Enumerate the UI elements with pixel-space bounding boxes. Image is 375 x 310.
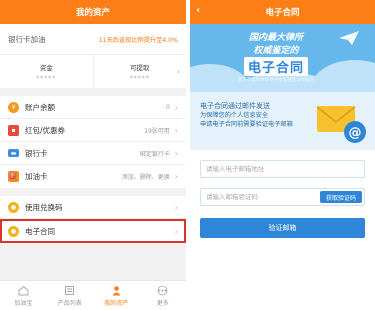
page-title: 电子合同 (265, 8, 300, 18)
get-code-button[interactable]: 获取验证码 (319, 191, 362, 203)
menu-item-value: 添加、删除、更换 (121, 174, 170, 181)
e-contract-description: 电子合同通过邮件发送 为保障您的个人信息安全 申请电子合同前需要验证电子邮箱 @ (190, 92, 375, 158)
banner-line1: 国内最大律所 (248, 33, 303, 43)
menu-item-value: 绑定银行卡 (139, 150, 170, 158)
menu-item-label: 电子合同 (25, 226, 55, 236)
balance-summary[interactable]: 资金 ***** 可提取 ***** › (0, 54, 186, 88)
menu-item-value: 0 (165, 103, 170, 111)
funds-label: 资金 (39, 63, 53, 72)
e-contract-screen: ‹ 电子合同 国内最大律所 权威鉴定的 电子合同 北京市盈科律师事务所加油宝法律… (190, 0, 375, 310)
email-verification-form: 获取验证码 验证邮箱 (190, 150, 375, 310)
bank-card-recharge-label: 银行卡加油 (8, 34, 46, 44)
menu-item-label: 账户余额 (25, 102, 55, 112)
my-assets-screen: 我的资产 银行卡加油 11天后返现比例提升至4.0% 资金 ***** 可提取 … (0, 0, 186, 310)
chevron-right-icon: › (174, 148, 178, 158)
user-icon (111, 285, 122, 296)
coin-icon: ● (8, 225, 19, 237)
banner-line2: 权威鉴定的 (253, 46, 299, 56)
banner-big-title: 电子合同 (243, 57, 308, 76)
chevron-right-icon: › (174, 226, 178, 236)
menu-item-redeem-code[interactable]: ● 使用兑换码 › (0, 196, 186, 219)
list-icon (64, 285, 75, 296)
coin-icon: ● (8, 201, 19, 213)
page-header: ‹ 电子合同 (190, 0, 375, 24)
funds-value: ***** (36, 74, 57, 82)
page-title: 我的资产 (0, 0, 186, 24)
menu-item-account-balance[interactable]: ¥ 账户余额 0 › (0, 96, 186, 119)
withdrawable-balance: 可提取 ***** (92, 55, 187, 88)
menu-item-label: 加油卡 (25, 172, 48, 181)
menu-item-e-contract[interactable]: ● 电子合同 › (0, 219, 186, 243)
asset-menu-list: ¥ 账户余额 0 › ▪ 红包/优惠券 19张可用 › ▬ 银行卡 绑定银行卡 … (0, 96, 186, 188)
fuel-card-icon: ⛽ (8, 171, 19, 182)
tab-label: 我的资产 (104, 299, 129, 307)
cashback-promo: 11天后返现比例提升至4.0% (98, 36, 178, 44)
funds-balance: 资金 ***** (0, 55, 93, 88)
chevron-right-icon: › (174, 102, 178, 112)
tab-product-list[interactable]: 产品列表 (47, 281, 94, 310)
chevron-right-icon: › (176, 67, 180, 76)
chevron-right-icon: › (174, 172, 178, 181)
menu-item-value: 19张可用 (144, 127, 170, 135)
menu-item-label: 红包/优惠券 (25, 125, 66, 135)
wallet-icon: ¥ (8, 101, 19, 113)
svg-text:@: @ (349, 126, 362, 141)
envelope-icon: @ (316, 106, 366, 143)
paper-plane-icon (339, 30, 360, 45)
tab-label: 产品列表 (57, 299, 82, 307)
tab-label: 加油宝 (14, 299, 33, 307)
menu-item-label: 使用兑换码 (25, 202, 63, 212)
chevron-right-icon: › (174, 125, 178, 135)
chevron-right-icon: › (174, 202, 178, 212)
email-input[interactable] (206, 165, 364, 173)
e-contract-banner: 国内最大律所 权威鉴定的 电子合同 北京市盈科律师事务所加油宝法律服务 (190, 24, 375, 92)
back-arrow-icon[interactable]: ‹ (196, 5, 200, 16)
verification-code-field[interactable]: 获取验证码 (200, 188, 365, 206)
banner-caption: 北京市盈科律师事务所加油宝法律服务 (237, 78, 315, 83)
banner-headline: 国内最大律所 权威鉴定的 电子合同 北京市盈科律师事务所加油宝法律服务 (226, 30, 326, 83)
more-icon (157, 285, 168, 296)
bank-card-recharge-row[interactable]: 银行卡加油 11天后返现比例提升至4.0% (0, 24, 186, 54)
withdrawable-value: ***** (129, 74, 150, 82)
tab-my-assets[interactable]: 我的资产 (93, 281, 140, 310)
tab-home[interactable]: 加油宝 (0, 281, 47, 310)
tab-more[interactable]: 更多 (140, 281, 187, 310)
extra-menu-list: ● 使用兑换码 › ● 电子合同 › (0, 196, 186, 243)
menu-item-bank-card[interactable]: ▬ 银行卡 绑定银行卡 › (0, 142, 186, 165)
tab-label: 更多 (156, 299, 169, 307)
menu-item-label: 银行卡 (25, 148, 48, 158)
card-icon: ▬ (8, 149, 19, 157)
menu-item-coupons[interactable]: ▪ 红包/优惠券 19张可用 › (0, 119, 186, 142)
withdrawable-label: 可提取 (130, 63, 150, 72)
verify-email-button[interactable]: 验证邮箱 (200, 218, 365, 238)
bottom-tab-bar: 加油宝 产品列表 我的资产 更多 (0, 280, 186, 310)
home-icon (18, 285, 29, 296)
gift-icon: ▪ (8, 124, 19, 136)
menu-item-fuel-card[interactable]: ⛽ 加油卡 添加、删除、更换 › (0, 165, 186, 188)
email-field[interactable] (200, 160, 365, 178)
